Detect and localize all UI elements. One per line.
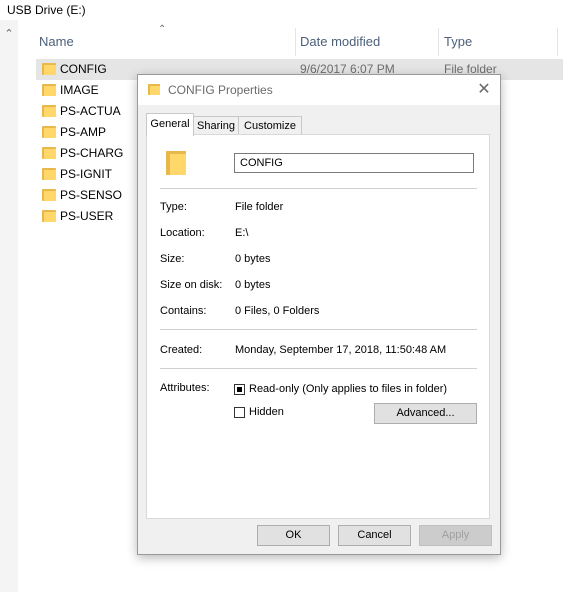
column-header-date[interactable]: Date modified [296,20,438,56]
location-value: E:\ [235,227,249,239]
file-name: IMAGE [60,83,99,97]
read-only-label: Read-only (Only applies to files in fold… [249,383,448,395]
apply-button[interactable]: Apply [419,525,492,546]
vertical-scrollbar[interactable]: ⌃ [0,20,18,592]
file-name: CONFIG [60,62,107,76]
ok-button[interactable]: OK [257,525,330,546]
properties-dialog: CONFIG Properties ✕ General Sharing Cust… [137,74,501,555]
divider [160,368,477,369]
created-value: Monday, September 17, 2018, 11:50:48 AM [235,344,447,356]
file-name: PS-SENSO [60,188,123,202]
folder-icon [42,126,56,138]
divider [160,188,477,189]
size-value: 0 bytes [235,253,271,265]
column-header-date-label: Date modified [300,34,381,49]
scroll-up-arrow-icon[interactable]: ⌃ [3,28,15,40]
folder-name-field[interactable] [234,153,474,173]
sort-ascending-icon: ⌃ [158,24,167,35]
dialog-title-bar[interactable]: CONFIG Properties ✕ [138,75,500,105]
column-header-name[interactable]: Name ⌃ [18,20,296,56]
tab-general[interactable]: General [146,113,194,136]
tab-sharing[interactable]: Sharing [193,116,239,135]
folder-icon [42,105,56,117]
file-name: PS-IGNIT [60,167,113,181]
hidden-label: Hidden [249,406,284,418]
size-on-disk-value: 0 bytes [235,279,271,291]
column-header-name-label: Name [39,34,74,49]
advanced-button[interactable]: Advanced... [374,403,477,424]
folder-icon [148,84,160,95]
folder-icon [166,151,186,175]
size-on-disk-label: Size on disk: [160,279,223,291]
file-name: PS-ACTUA [60,104,121,118]
tab-customize[interactable]: Customize [238,116,302,135]
file-name: PS-USER [60,209,114,223]
column-headers: Name ⌃ Date modified Type [18,20,563,56]
size-label: Size: [160,253,185,265]
type-value: File folder [235,201,284,213]
general-panel: Type: File folder Location: E:\ Size: 0 … [146,134,490,519]
folder-icon [42,84,56,96]
type-label: Type: [160,201,187,213]
location-label: Location: [160,227,205,239]
folder-icon [42,189,56,201]
window-title: USB Drive (E:) [7,3,86,17]
dialog-title: CONFIG Properties [168,83,273,97]
hidden-checkbox[interactable] [234,407,245,418]
column-divider[interactable] [557,28,558,56]
folder-icon [42,168,56,180]
folder-icon [42,210,56,222]
close-icon[interactable]: ✕ [474,80,494,100]
divider [160,329,477,330]
folder-icon [42,147,56,159]
column-header-type[interactable]: Type [438,20,558,56]
window-title-bar: USB Drive (E:) [0,0,563,20]
folder-icon [42,63,56,75]
file-name: PS-AMP [60,125,107,139]
contains-label: Contains: [160,305,207,317]
column-header-type-label: Type [444,34,473,49]
created-label: Created: [160,344,203,356]
read-only-checkbox[interactable] [234,384,245,395]
cancel-button[interactable]: Cancel [338,525,411,546]
contains-value: 0 Files, 0 Folders [235,305,320,317]
file-name: PS-CHARG [60,146,124,160]
attributes-label: Attributes: [160,382,210,394]
